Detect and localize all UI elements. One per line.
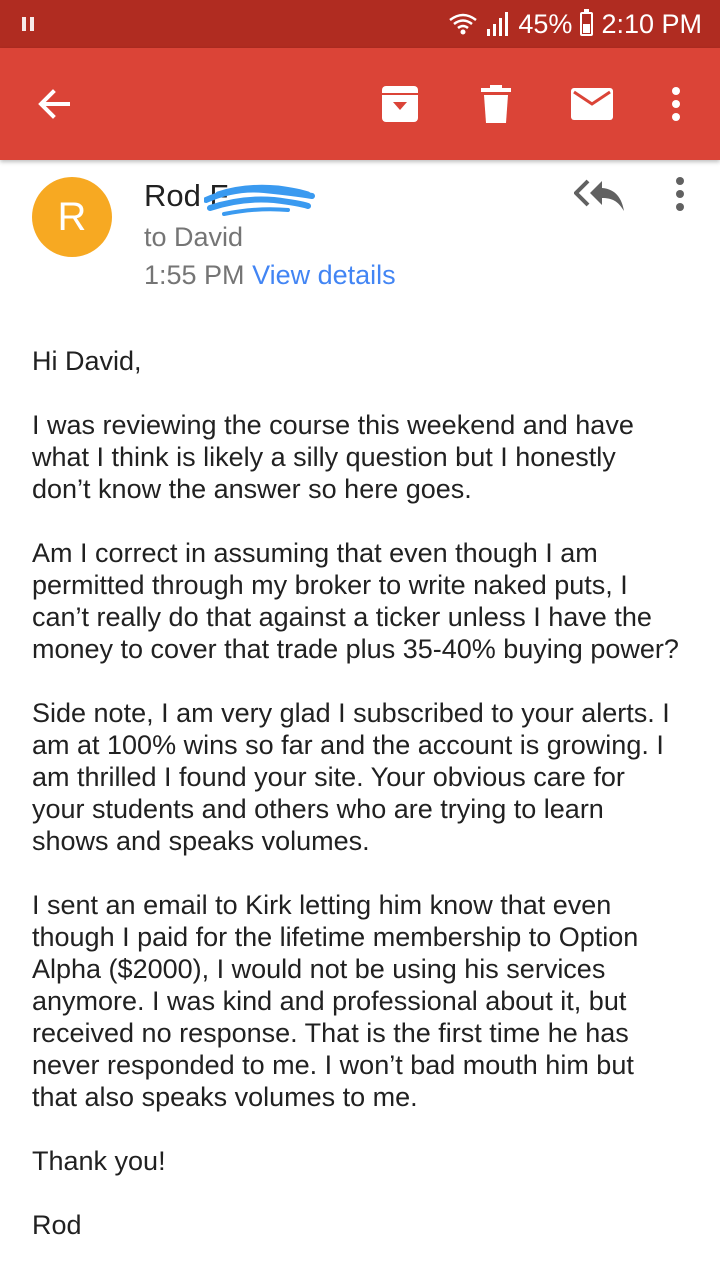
body-paragraph: Am I correct in assuming that even thoug…	[32, 538, 679, 664]
body-paragraph: I was reviewing the course this weekend …	[32, 410, 634, 504]
back-arrow-icon	[38, 89, 70, 119]
signal-icon	[487, 12, 509, 36]
archive-button[interactable]	[364, 48, 436, 160]
body-paragraph: Side note, I am very glad I subscribed t…	[32, 698, 670, 856]
body-paragraph: Thank you!	[32, 1146, 166, 1176]
avatar[interactable]: R	[32, 177, 112, 257]
more-options-button[interactable]	[640, 48, 712, 160]
mark-unread-button[interactable]	[556, 48, 628, 160]
app-bar	[0, 48, 720, 160]
pause-icon	[22, 17, 34, 31]
delete-button[interactable]	[460, 48, 532, 160]
email-body: Hi David, I was reviewing the course thi…	[32, 345, 692, 1273]
more-vert-icon	[672, 87, 680, 121]
message-more-button[interactable]	[660, 174, 700, 214]
archive-icon	[382, 86, 418, 122]
redaction-scribble	[204, 184, 315, 216]
time-line: 1:55 PM View details	[144, 260, 396, 291]
status-bar: 45% 2:10 PM	[0, 0, 720, 48]
reply-all-icon	[574, 179, 624, 211]
body-paragraph: Rod	[32, 1210, 82, 1240]
reply-all-button[interactable]	[572, 176, 628, 216]
back-button[interactable]	[18, 48, 90, 160]
sent-time: 1:55 PM	[144, 260, 245, 290]
mark-unread-icon	[571, 88, 613, 120]
clock: 2:10 PM	[601, 8, 702, 39]
delete-icon	[481, 85, 511, 123]
wifi-icon	[449, 13, 478, 35]
body-paragraph: I sent an email to Kirk letting him know…	[32, 890, 639, 1112]
battery-percent: 45%	[518, 8, 573, 39]
body-paragraph: Hi David,	[32, 346, 142, 376]
message-header: R Rod F to David 1:55 PM View details	[0, 160, 720, 310]
more-vert-icon	[676, 177, 684, 211]
recipient-line[interactable]: to David	[144, 222, 243, 253]
battery-icon	[580, 9, 594, 36]
view-details-link[interactable]: View details	[252, 260, 396, 290]
